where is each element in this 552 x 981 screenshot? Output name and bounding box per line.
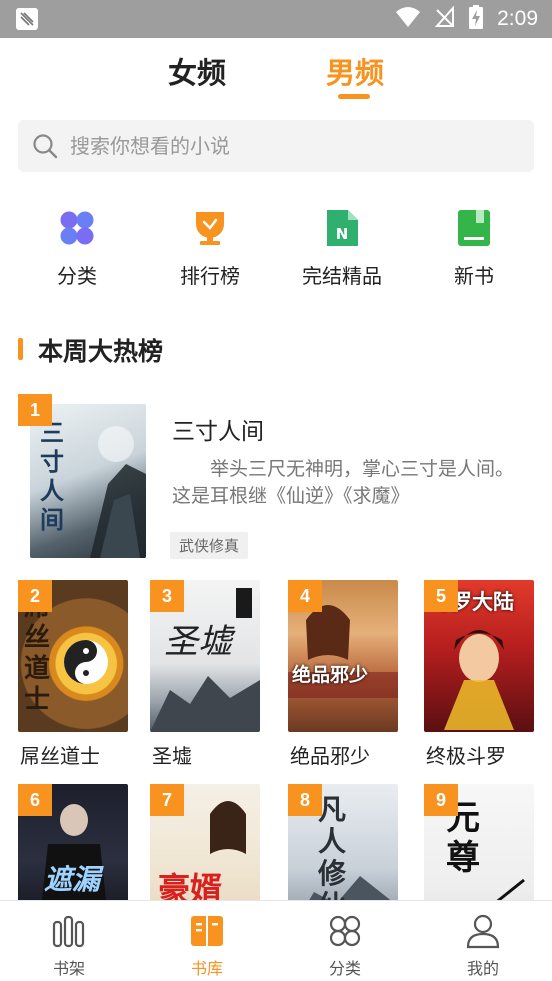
status-time: 2:09 [497, 7, 538, 30]
trophy-icon [190, 208, 230, 248]
rank-badge: 2 [18, 580, 52, 612]
featured-book[interactable]: 三寸人间 1 三寸人间 举头三尺无神明，掌心三寸是人间。这是耳根继《仙逆》《求魔… [18, 394, 534, 560]
new-book-icon [454, 208, 494, 248]
shortcut-ranking[interactable]: 排行榜 [155, 208, 265, 289]
active-tab-indicator [338, 94, 370, 99]
nav-label: 分类 [328, 959, 361, 978]
cover-title: 三寸人间 [40, 418, 64, 534]
shortcut-completed[interactable]: N 完结精品 [287, 208, 397, 289]
rank-badge: 1 [18, 394, 52, 426]
nav-label: 我的 [466, 959, 499, 978]
book-title[interactable]: 屌丝道士 [20, 740, 100, 769]
nav-category[interactable]: 分类 [276, 901, 414, 981]
category-shortcuts: 分类 排行榜 N 完结精品 新书 [0, 208, 552, 292]
cover-title: 圣墟 [164, 622, 232, 662]
rank-badge: 8 [288, 784, 322, 816]
document-n-icon: N [322, 208, 362, 248]
open-book-icon [189, 913, 225, 949]
nav-bookshelf[interactable]: 书架 [0, 901, 138, 981]
featured-description: 举头三尺无神明，掌心三寸是人间。这是耳根继《仙逆》《求魔》 [172, 458, 515, 507]
wifi-icon [395, 6, 421, 32]
shortcut-label: 分类 [57, 264, 97, 288]
shortcut-label: 新书 [454, 264, 494, 288]
rank-badge: 4 [288, 580, 322, 612]
nav-library[interactable]: 书库 [138, 901, 276, 981]
nav-label: 书架 [52, 959, 85, 978]
cover-title: 遮漏 [44, 863, 101, 896]
book-title[interactable]: 终极斗罗 [426, 740, 506, 769]
bookshelf-icon [51, 913, 87, 949]
section-accent-bar [18, 338, 23, 360]
featured-title[interactable]: 三寸人间 [172, 412, 264, 446]
notification-app-icon [16, 8, 38, 30]
rank-badge: 9 [424, 784, 458, 816]
search-icon [32, 133, 58, 163]
status-bar: 2:09 [0, 0, 552, 38]
shortcut-label: 完结精品 [302, 264, 382, 288]
no-signal-icon [434, 5, 455, 32]
book-title[interactable]: 绝品邪少 [290, 740, 370, 769]
cover-title: 绝品邪少 [292, 664, 369, 686]
battery-charging-icon [469, 5, 484, 33]
rank-badge: 7 [150, 784, 184, 816]
user-icon [465, 913, 501, 949]
book-cover[interactable]: 三寸人间 [30, 404, 146, 558]
tab-female[interactable]: 女频 [168, 50, 226, 92]
bottom-navigation: 书架 书库 分类 我的 [0, 900, 552, 981]
shortcut-category[interactable]: 分类 [22, 208, 132, 289]
clover-icon [57, 208, 97, 248]
nav-profile[interactable]: 我的 [414, 901, 552, 981]
rank-badge: 6 [18, 784, 52, 816]
search-input[interactable] [70, 120, 510, 172]
rank-badge: 5 [424, 580, 458, 612]
rank-badge: 3 [150, 580, 184, 612]
svg-text:N: N [336, 225, 349, 243]
search-bar[interactable] [18, 120, 534, 172]
section-title: 本周大热榜 [38, 337, 164, 366]
grid-clover-icon [327, 913, 363, 949]
nav-label: 书库 [190, 959, 223, 978]
shortcut-new-books[interactable]: 新书 [419, 208, 529, 289]
gender-tabs: 女频 男频 [0, 50, 552, 106]
shortcut-label: 排行榜 [180, 264, 240, 288]
book-title[interactable]: 圣墟 [152, 740, 192, 769]
tab-male[interactable]: 男频 [326, 50, 384, 92]
genre-tag[interactable]: 武侠修真 [170, 532, 249, 559]
